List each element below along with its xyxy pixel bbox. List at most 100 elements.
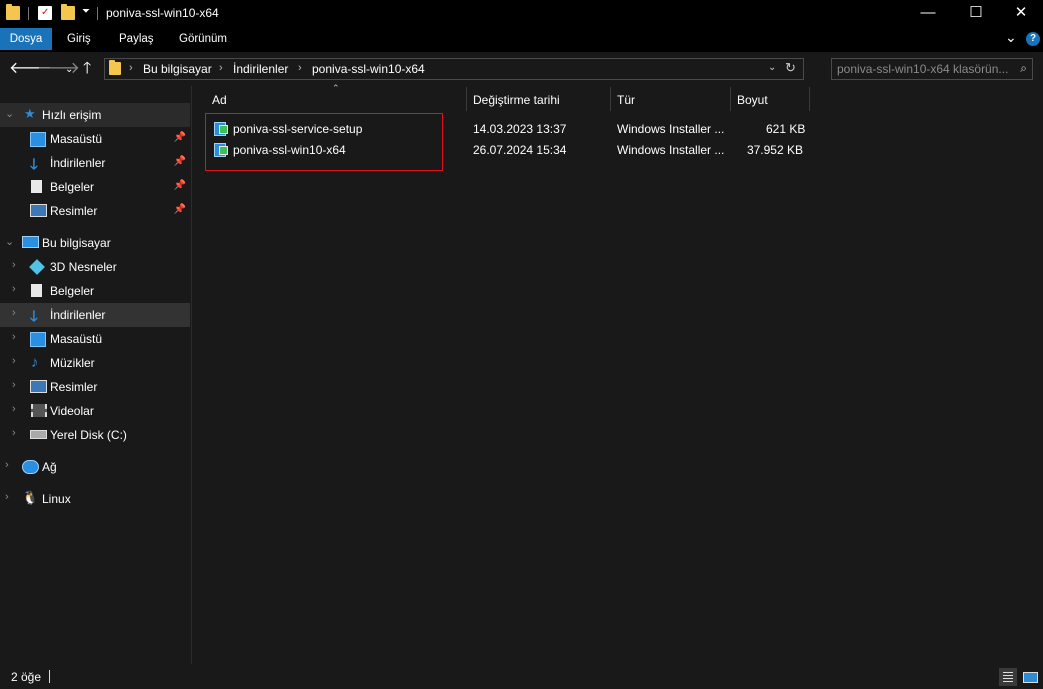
download-icon: 🡓: [30, 156, 38, 173]
column-header-name[interactable]: Ad: [212, 93, 227, 115]
pin-icon[interactable]: 📌: [174, 180, 186, 191]
customize-quick-access-icon[interactable]: ⏷: [82, 6, 90, 17]
desktop-icon: [30, 332, 46, 347]
nav-network[interactable]: › Ağ: [0, 455, 190, 479]
nav-label: Masaüstü: [50, 332, 103, 346]
expand-chevron-icon[interactable]: ›: [12, 259, 16, 271]
nav-label: Ağ: [42, 460, 57, 474]
expand-chevron-icon[interactable]: ›: [12, 307, 16, 319]
expand-chevron-icon[interactable]: ›: [12, 379, 16, 391]
nav-pc-videolar[interactable]: › Videolar: [0, 399, 190, 423]
music-icon: ♪: [31, 354, 39, 371]
chevron-right-icon[interactable]: ›: [129, 62, 133, 74]
3d-objects-icon: [29, 259, 45, 275]
refresh-icon[interactable]: ↻: [785, 60, 796, 76]
highlight-box: [205, 113, 443, 171]
search-input[interactable]: poniva-ssl-win10-x64 klasörün... ⌕: [831, 58, 1033, 80]
expand-ribbon-icon[interactable]: ⌄: [1005, 29, 1017, 46]
expand-chevron-icon[interactable]: ›: [5, 459, 9, 471]
breadcrumb-bu-bilgisayar[interactable]: Bu bilgisayar: [143, 62, 212, 76]
nav-pc-3d-nesneler[interactable]: › 3D Nesneler: [0, 255, 190, 279]
star-icon: ★: [24, 106, 36, 121]
large-icons-view-icon[interactable]: [1021, 668, 1039, 686]
forward-arrow-icon[interactable]: 🡒: [37, 60, 80, 78]
desktop-icon: [30, 132, 46, 147]
nav-quick-masaustu[interactable]: Masaüstü 📌: [0, 127, 190, 151]
column-divider[interactable]: [610, 87, 611, 111]
drive-icon: [30, 430, 47, 439]
nav-label: 3D Nesneler: [50, 260, 117, 274]
nav-label: Belgeler: [50, 284, 95, 298]
column-divider[interactable]: [730, 87, 731, 111]
nav-this-pc[interactable]: ⌄ Bu bilgisayar: [0, 231, 190, 255]
tab-gorunum[interactable]: Görünüm: [179, 28, 227, 50]
nav-pc-yerel-disk[interactable]: › Yerel Disk (C:): [0, 423, 190, 447]
column-header-date[interactable]: Değiştirme tarihi: [473, 93, 560, 115]
nav-label: Resimler: [50, 204, 98, 218]
expand-chevron-icon[interactable]: ›: [12, 427, 16, 439]
nav-label: İndirilenler: [50, 308, 106, 322]
nav-label: Masaüstü: [50, 132, 103, 146]
pin-icon[interactable]: 📌: [174, 156, 186, 167]
tab-dosya[interactable]: Dosya: [0, 28, 52, 50]
pane-splitter[interactable]: [191, 86, 192, 664]
expand-chevron-icon[interactable]: ›: [12, 403, 16, 415]
file-type: Windows Installer ...: [617, 143, 725, 157]
nav-label: İndirilenler: [50, 156, 106, 170]
nav-pc-masaustu[interactable]: › Masaüstü: [0, 327, 190, 351]
chevron-right-icon[interactable]: ›: [219, 62, 223, 74]
collapse-chevron-icon[interactable]: ⌄: [5, 235, 14, 248]
computer-icon: [22, 236, 39, 248]
nav-quick-belgeler[interactable]: Belgeler 📌: [0, 175, 190, 199]
help-icon[interactable]: ?: [1026, 32, 1040, 46]
column-header-type[interactable]: Tür: [617, 93, 635, 115]
column-header-size[interactable]: Boyut: [737, 93, 768, 115]
nav-label: Yerel Disk (C:): [50, 428, 127, 442]
nav-pc-indirilenler[interactable]: › 🡓 İndirilenler: [0, 303, 190, 327]
nav-quick-resimler[interactable]: Resimler 📌: [0, 199, 190, 223]
file-size: 621 KB: [766, 122, 806, 136]
nav-pc-resimler[interactable]: › Resimler: [0, 375, 190, 399]
expand-chevron-icon[interactable]: ›: [12, 283, 16, 295]
breadcrumb-current-folder[interactable]: poniva-ssl-win10-x64: [312, 62, 425, 76]
network-icon: [22, 460, 39, 474]
tab-giris[interactable]: Giriş: [67, 28, 91, 50]
pin-icon[interactable]: 📌: [174, 204, 186, 215]
nav-pc-belgeler[interactable]: › Belgeler: [0, 279, 190, 303]
search-placeholder: poniva-ssl-win10-x64 klasörün...: [837, 62, 1009, 76]
search-icon[interactable]: ⌕: [1020, 61, 1027, 76]
download-icon: 🡓: [30, 308, 38, 325]
nav-quick-access[interactable]: ⌄ ★ Hızlı erişim: [0, 103, 190, 127]
address-dropdown-icon[interactable]: ⌄: [768, 62, 776, 73]
item-count: 2 öğe: [11, 670, 42, 684]
tab-paylas[interactable]: Paylaş: [119, 28, 154, 50]
expand-chevron-icon[interactable]: ›: [12, 331, 16, 343]
properties-icon[interactable]: ✓: [38, 6, 52, 20]
column-divider[interactable]: [809, 87, 810, 111]
new-folder-icon[interactable]: [61, 4, 75, 20]
nav-linux[interactable]: › 🐧 Linux: [0, 487, 190, 511]
recent-locations-chevron-icon[interactable]: ⌄: [65, 61, 73, 79]
divider: [28, 7, 29, 20]
pin-icon[interactable]: 📌: [174, 132, 186, 143]
nav-label: Resimler: [50, 380, 98, 394]
breadcrumb-indirilenler[interactable]: İndirilenler: [233, 62, 288, 76]
expand-chevron-icon[interactable]: ›: [12, 355, 16, 367]
nav-pc-muzikler[interactable]: › ♪ Müzikler: [0, 351, 190, 375]
nav-label: Videolar: [50, 404, 94, 418]
nav-quick-indirilenler[interactable]: 🡓 İndirilenler 📌: [0, 151, 190, 175]
up-arrow-icon[interactable]: 🡑: [83, 60, 91, 78]
expand-chevron-icon[interactable]: ›: [5, 491, 9, 503]
collapse-chevron-icon[interactable]: ⌄: [5, 107, 14, 120]
file-size: 37.952 KB: [746, 143, 803, 157]
column-divider[interactable]: [466, 87, 467, 111]
address-bar[interactable]: › Bu bilgisayar › İndirilenler › poniva-…: [104, 58, 804, 80]
documents-icon: [31, 180, 42, 193]
close-button[interactable]: ✕: [998, 0, 1043, 28]
file-date: 14.03.2023 13:37: [473, 122, 567, 136]
maximize-button[interactable]: ☐: [953, 0, 999, 28]
chevron-right-icon[interactable]: ›: [298, 62, 302, 74]
status-bar: 2 öğe: [0, 664, 1043, 689]
details-view-icon[interactable]: [999, 668, 1017, 686]
minimize-button[interactable]: —: [905, 0, 951, 28]
